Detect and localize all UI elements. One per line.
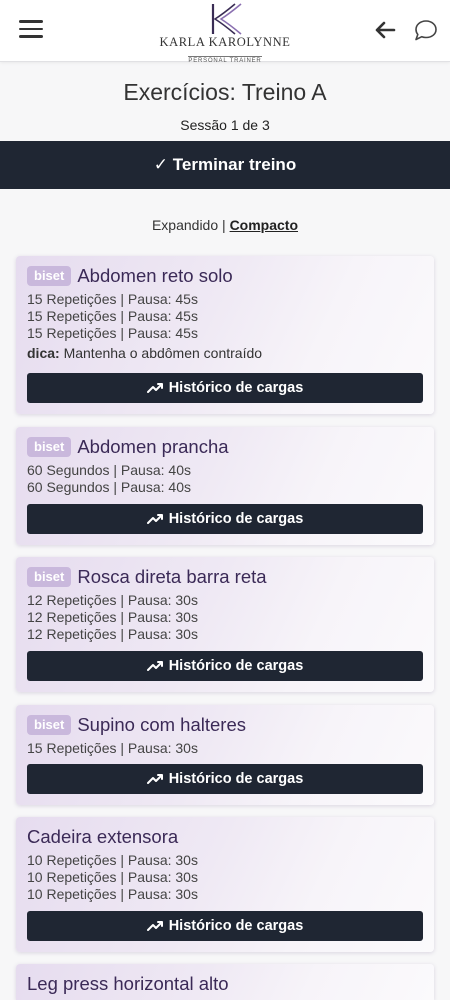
finish-workout-button[interactable]: ✓ Terminar treino [0, 141, 450, 189]
exercise-card: biset Abdomen reto solo 15 Repetições | … [16, 256, 434, 414]
logo-monogram-icon [211, 3, 242, 35]
load-history-label: Histórico de cargas [168, 511, 304, 527]
exercise-card: biset Supino com halteres 15 Repetições … [16, 705, 434, 805]
top-bar: KARLA KAROLYNNE PERSONAL TRAINER [0, 0, 450, 64]
view-toggle: Expandido | Compacto [0, 217, 450, 233]
load-history-button[interactable]: Histórico de cargas [27, 764, 423, 794]
set-line: 60 Segundos | Pausa: 40s [27, 479, 191, 495]
set-line: 60 Segundos | Pausa: 40s [27, 462, 191, 478]
brand-logo: KARLA KAROLYNNE PERSONAL TRAINER [140, 2, 310, 64]
set-line: 15 Repetições | Pausa: 45s [27, 291, 198, 307]
set-line: 10 Repetições | Pausa: 30s [27, 852, 198, 868]
load-history-label: Histórico de cargas [168, 380, 304, 396]
load-history-label: Histórico de cargas [168, 771, 304, 787]
exercise-title-row: biset Rosca direta barra reta [27, 566, 423, 588]
trending-up-icon [146, 661, 163, 671]
exercise-name: Abdomen reto solo [77, 265, 233, 286]
set-line: 12 Repetições | Pausa: 30s [27, 592, 198, 608]
exercise-title-row: biset Supino com halteres [27, 714, 423, 736]
exercise-name: Rosca direta barra reta [77, 566, 267, 587]
load-history-button[interactable]: Histórico de cargas [27, 373, 423, 403]
set-line: 15 Repetições | Pausa: 30s [27, 740, 198, 756]
trending-up-icon [146, 774, 163, 784]
exercise-card: biset Abdomen prancha 60 Segundos | Paus… [16, 427, 434, 545]
chat-bubble-icon[interactable] [412, 18, 438, 42]
exercise-title-row: Cadeira extensora [27, 826, 423, 848]
view-compact-link[interactable]: Compacto [230, 217, 298, 233]
exercise-name: Cadeira extensora [27, 826, 179, 847]
exercise-name: Supino com halteres [77, 714, 246, 735]
biset-badge: biset [27, 266, 72, 286]
brand-subtitle: PERSONAL TRAINER [188, 56, 262, 64]
hamburger-icon[interactable] [19, 20, 43, 40]
load-history-button[interactable]: Histórico de cargas [27, 911, 423, 941]
trending-up-icon [146, 921, 163, 931]
view-expanded-link[interactable]: Expandido [152, 217, 218, 233]
exercise-card: Leg press horizontal alto [16, 964, 434, 1000]
trending-up-icon [146, 514, 163, 524]
set-line: 10 Repetições | Pausa: 30s [27, 886, 198, 902]
load-history-label: Histórico de cargas [168, 658, 304, 674]
set-line: 10 Repetições | Pausa: 30s [27, 869, 198, 885]
tip-text: Mantenha o abdômen contraído [59, 345, 263, 361]
exercise-title-row: Leg press horizontal alto [27, 973, 423, 995]
view-separator: | [218, 217, 230, 233]
page-title: Exercícios: Treino A [123, 79, 327, 105]
tip-label: dica: [27, 345, 60, 361]
set-line: 12 Repetições | Pausa: 30s [27, 609, 198, 625]
session-counter: Sessão 1 de 3 [180, 117, 270, 133]
biset-badge: biset [27, 715, 72, 735]
biset-badge: biset [27, 567, 72, 587]
arrow-left-icon[interactable] [374, 20, 396, 40]
exercise-tip: dica: Mantenha o abdômen contraído [27, 345, 423, 362]
trending-up-icon [146, 383, 163, 393]
set-line: 15 Repetições | Pausa: 45s [27, 308, 198, 324]
load-history-label: Histórico de cargas [168, 918, 304, 934]
set-line: 12 Repetições | Pausa: 30s [27, 626, 198, 642]
exercise-title-row: biset Abdomen reto solo [27, 265, 423, 287]
exercise-title-row: biset Abdomen prancha [27, 436, 423, 458]
load-history-button[interactable]: Histórico de cargas [27, 504, 423, 534]
exercise-name: Leg press horizontal alto [27, 973, 229, 994]
exercise-card: Cadeira extensora 10 Repetições | Pausa:… [16, 817, 434, 952]
exercise-card: biset Rosca direta barra reta 12 Repetiç… [16, 557, 434, 692]
brand-name: KARLA KAROLYNNE [159, 35, 291, 49]
set-line: 15 Repetições | Pausa: 45s [27, 325, 198, 341]
load-history-button[interactable]: Histórico de cargas [27, 651, 423, 681]
biset-badge: biset [27, 437, 72, 457]
exercise-name: Abdomen prancha [77, 436, 229, 457]
